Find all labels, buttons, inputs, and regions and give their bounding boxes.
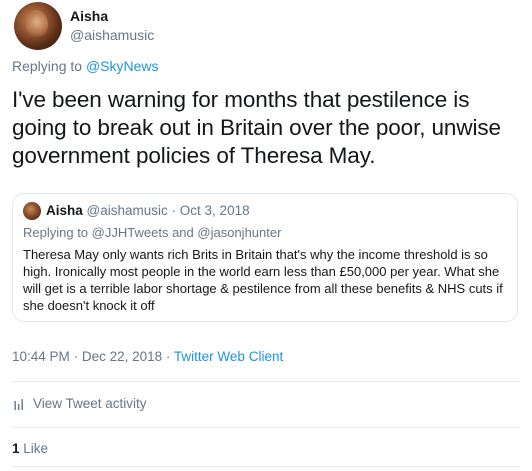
view-activity-button[interactable]: View Tweet activity (14, 396, 147, 411)
tweet-date[interactable]: Dec 22, 2018 (82, 349, 162, 364)
tweet-card: Aisha @aishamusic Replying to @SkyNews I… (0, 0, 532, 471)
quoted-avatar (23, 202, 41, 220)
likes-label: Like (23, 441, 49, 456)
quoted-mention-2: @jasonjhunter (197, 225, 282, 240)
divider (12, 466, 520, 467)
quoted-tweet[interactable]: Aisha @aishamusic · Oct 3, 2018 Replying… (12, 193, 518, 322)
author-handle[interactable]: @aishamusic (70, 27, 154, 43)
quoted-replying-to: Replying to @JJHTweets and @jasonjhunter (23, 225, 281, 240)
quoted-text: Theresa May only wants rich Brits in Bri… (23, 247, 503, 313)
tweet-timestamp: 10:44 PM · Dec 22, 2018 · Twitter Web Cl… (12, 349, 283, 364)
meta-separator: · (165, 349, 171, 364)
likes-stat[interactable]: 1 Like (12, 441, 48, 456)
avatar[interactable] (14, 2, 62, 50)
quoted-author-handle: @aishamusic (86, 203, 168, 218)
quoted-author-name: Aisha (46, 203, 83, 218)
replying-to: Replying to @SkyNews (12, 58, 159, 74)
author-name[interactable]: Aisha (70, 8, 108, 24)
quoted-replying-and: and (172, 225, 194, 240)
divider (12, 427, 520, 428)
analytics-icon (14, 398, 23, 410)
tweet-time[interactable]: 10:44 PM (12, 349, 70, 364)
quoted-separator: · (171, 203, 177, 218)
meta-separator: · (73, 349, 79, 364)
tweet-source-link[interactable]: Twitter Web Client (174, 349, 283, 364)
quoted-header: Aisha @aishamusic · Oct 3, 2018 (46, 203, 250, 218)
likes-count: 1 (12, 441, 20, 456)
replying-prefix: Replying to (12, 58, 83, 74)
divider (12, 381, 520, 382)
reply-mention-link[interactable]: @SkyNews (86, 58, 159, 74)
tweet-text: I've been warning for months that pestil… (12, 87, 501, 168)
quoted-mention-1: @JJHTweets (91, 225, 169, 240)
quoted-date: Oct 3, 2018 (179, 203, 250, 218)
view-activity-label: View Tweet activity (33, 396, 147, 411)
quoted-replying-prefix: Replying to (23, 225, 89, 240)
